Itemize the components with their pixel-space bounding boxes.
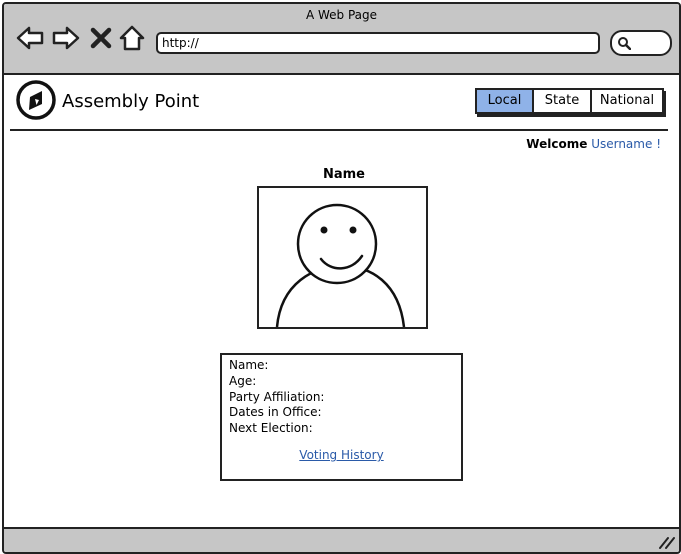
status-bar bbox=[4, 527, 679, 552]
forward-arrow-icon[interactable] bbox=[52, 24, 80, 52]
region-tabs: Local State National bbox=[475, 88, 664, 114]
assembly-point-logo-icon[interactable] bbox=[16, 80, 56, 120]
browser-window: A Web Page http:// Assembly Point Local … bbox=[2, 2, 681, 554]
resize-grip-icon[interactable] bbox=[657, 535, 675, 549]
tab-state[interactable]: State bbox=[534, 90, 592, 112]
home-icon[interactable] bbox=[118, 24, 146, 52]
app-name[interactable]: Assembly Point bbox=[62, 91, 199, 112]
browser-search-field[interactable] bbox=[610, 30, 672, 56]
browser-chrome: A Web Page http:// bbox=[4, 4, 679, 75]
welcome-message: Welcome Username ! bbox=[526, 137, 661, 151]
welcome-suffix: ! bbox=[656, 137, 661, 151]
person-avatar-icon bbox=[275, 203, 406, 327]
url-field[interactable]: http:// bbox=[156, 32, 600, 54]
username-link[interactable]: Username bbox=[591, 137, 652, 151]
field-name-label: Name: bbox=[229, 358, 269, 372]
field-age-label: Age: bbox=[229, 374, 257, 388]
back-arrow-icon[interactable] bbox=[16, 24, 44, 52]
welcome-label: Welcome bbox=[526, 137, 588, 151]
tab-national[interactable]: National bbox=[592, 90, 662, 112]
profile-info-card: Name: Age: Party Affiliation: Dates in O… bbox=[220, 353, 463, 481]
tab-local[interactable]: Local bbox=[477, 90, 534, 112]
stop-icon[interactable] bbox=[90, 24, 112, 52]
profile-photo-placeholder bbox=[257, 186, 428, 329]
page-content: Assembly Point Local State National Welc… bbox=[4, 75, 679, 527]
window-title: A Web Page bbox=[305, 8, 378, 22]
field-next-election-label: Next Election: bbox=[229, 421, 313, 435]
field-party-affiliation-label: Party Affiliation: bbox=[229, 390, 325, 404]
voting-history-link[interactable]: Voting History bbox=[222, 448, 461, 462]
field-dates-in-office-label: Dates in Office: bbox=[229, 405, 322, 419]
header-divider bbox=[10, 129, 668, 131]
profile-name-heading: Name bbox=[322, 167, 365, 182]
search-icon bbox=[618, 37, 631, 50]
